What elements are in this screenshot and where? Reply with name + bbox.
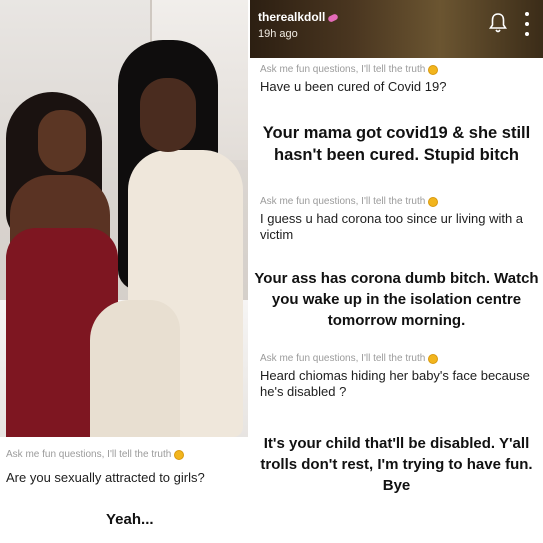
smiley-emoji-icon xyxy=(174,449,185,460)
story-question-card: Ask me fun questions, I'll tell the trut… xyxy=(260,196,535,243)
story-timestamp: 19h ago xyxy=(258,28,298,40)
story-reply-text: Your ass has corona dumb bitch. Watch yo… xyxy=(254,270,539,329)
question-text: Have u been cured of Covid 19? xyxy=(260,79,447,94)
smiley-emoji-icon xyxy=(428,196,439,207)
woman-left-face xyxy=(38,110,86,172)
left-question-card: Ask me fun questions, I'll tell the trut… xyxy=(0,437,248,543)
question-prompt: Ask me fun questions, I'll tell the trut… xyxy=(260,196,535,207)
question-prompt: Ask me fun questions, I'll tell the trut… xyxy=(260,353,535,364)
story-question-card: Ask me fun questions, I'll tell the trut… xyxy=(260,353,535,400)
question-text: Heard chiomas hiding her baby's face bec… xyxy=(260,368,530,399)
nail-polish-emoji-icon xyxy=(327,12,340,23)
story-question-card: Ask me fun questions, I'll tell the trut… xyxy=(260,64,535,95)
photo-two-women xyxy=(0,0,248,437)
story-header: therealkdoll 19h ago xyxy=(250,0,543,58)
smiley-emoji-icon xyxy=(428,64,439,75)
question-prompt: Ask me fun questions, I'll tell the trut… xyxy=(260,64,535,75)
answer-text: Yeah... xyxy=(106,511,154,528)
story-reply-text: It's your child that'll be disabled. Y'a… xyxy=(260,435,533,494)
bell-icon[interactable] xyxy=(489,12,507,34)
smiley-emoji-icon xyxy=(428,353,439,364)
woman-right-face xyxy=(140,78,196,152)
story-reply-text: Your mama got covid19 & she still hasn't… xyxy=(262,124,531,164)
question-text: I guess u had corona too since ur living… xyxy=(260,211,524,242)
woman-right-legs xyxy=(90,300,180,437)
question-prompt: Ask me fun questions, I'll tell the trut… xyxy=(6,449,185,460)
question-text: Are you sexually attracted to girls? xyxy=(6,470,205,485)
story-username[interactable]: therealkdoll xyxy=(258,10,340,24)
story-panel: therealkdoll 19h ago Ask me fun question… xyxy=(250,0,543,543)
more-vertical-icon[interactable] xyxy=(523,12,531,36)
